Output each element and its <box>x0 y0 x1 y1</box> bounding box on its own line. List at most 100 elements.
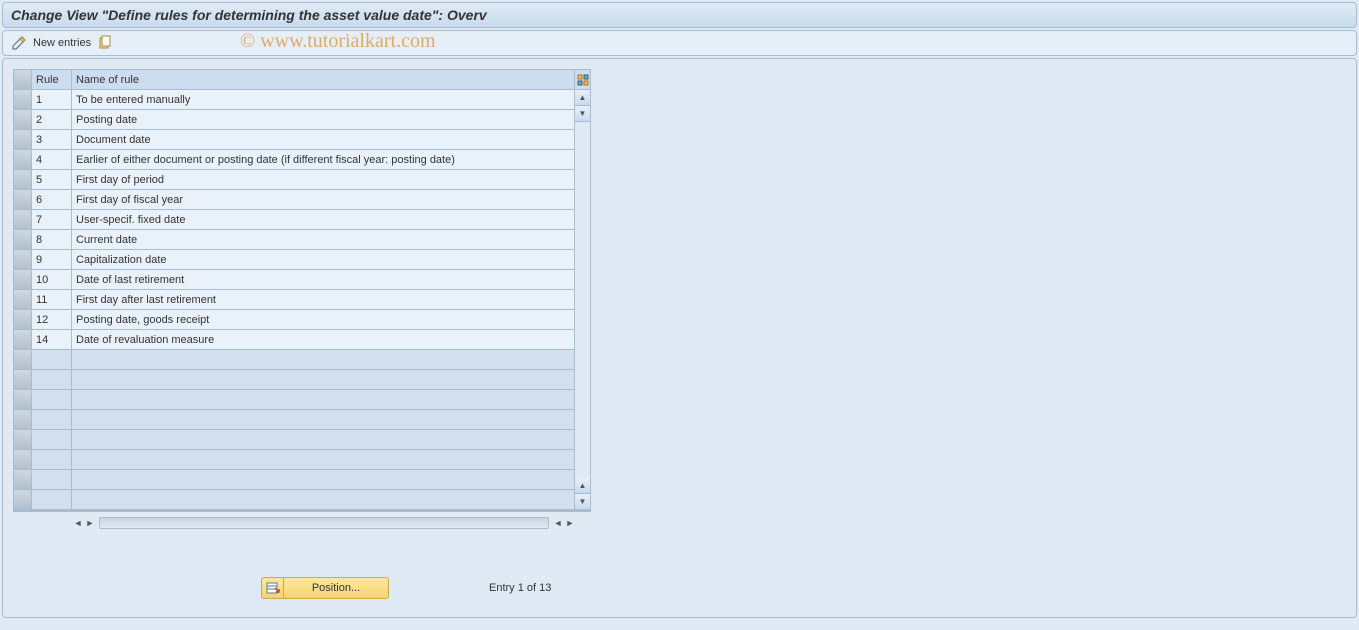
row-selector[interactable] <box>14 290 32 310</box>
scroll-up-bottom-button[interactable]: ▲ <box>575 478 590 494</box>
table-row[interactable]: 7User-specif. fixed date <box>14 210 574 230</box>
edit-icon[interactable] <box>11 35 27 51</box>
cell-rule[interactable]: 1 <box>32 90 72 110</box>
table-row[interactable]: 9Capitalization date <box>14 250 574 270</box>
table-settings-icon[interactable] <box>575 70 590 90</box>
cell-rule[interactable]: 10 <box>32 270 72 290</box>
row-selector[interactable] <box>14 370 32 390</box>
cell-name-empty[interactable] <box>72 390 574 410</box>
cell-name[interactable]: First day after last retirement <box>72 290 574 310</box>
row-selector[interactable] <box>14 430 32 450</box>
row-selector[interactable] <box>14 90 32 110</box>
table-row[interactable] <box>14 470 574 490</box>
row-selector[interactable] <box>14 250 32 270</box>
cell-rule-empty[interactable] <box>32 470 72 490</box>
cell-name[interactable]: Date of revaluation measure <box>72 330 574 350</box>
cell-rule-empty[interactable] <box>32 410 72 430</box>
scroll-track-top[interactable] <box>575 122 590 478</box>
table-row[interactable]: 2Posting date <box>14 110 574 130</box>
row-selector[interactable] <box>14 230 32 250</box>
table-row[interactable] <box>14 430 574 450</box>
table-row[interactable]: 3Document date <box>14 130 574 150</box>
cell-rule-empty[interactable] <box>32 390 72 410</box>
row-selector[interactable] <box>14 390 32 410</box>
cell-name-empty[interactable] <box>72 350 574 370</box>
row-selector[interactable] <box>14 150 32 170</box>
cell-rule-empty[interactable] <box>32 450 72 470</box>
cell-rule[interactable]: 4 <box>32 150 72 170</box>
cell-rule[interactable]: 9 <box>32 250 72 270</box>
cell-name-empty[interactable] <box>72 450 574 470</box>
table-row[interactable] <box>14 490 574 510</box>
hscroll-left2-icon[interactable]: ◄ <box>553 516 563 530</box>
row-selector[interactable] <box>14 450 32 470</box>
cell-name[interactable]: Posting date <box>72 110 574 130</box>
table-row[interactable]: 14Date of revaluation measure <box>14 330 574 350</box>
cell-name[interactable]: User-specif. fixed date <box>72 210 574 230</box>
cell-rule[interactable]: 11 <box>32 290 72 310</box>
cell-name[interactable]: Earlier of either document or posting da… <box>72 150 574 170</box>
new-entries-button[interactable]: New entries <box>33 37 91 49</box>
cell-name-empty[interactable] <box>72 490 574 510</box>
row-selector[interactable] <box>14 410 32 430</box>
row-selector[interactable] <box>14 310 32 330</box>
row-selector-header[interactable] <box>14 70 32 90</box>
table-row[interactable]: 12Posting date, goods receipt <box>14 310 574 330</box>
cell-name[interactable]: Document date <box>72 130 574 150</box>
cell-rule[interactable]: 3 <box>32 130 72 150</box>
cell-name[interactable]: Capitalization date <box>72 250 574 270</box>
table-row[interactable] <box>14 410 574 430</box>
hscroll-left-icon[interactable]: ◄ <box>73 516 83 530</box>
cell-rule[interactable]: 14 <box>32 330 72 350</box>
table-row[interactable]: 4Earlier of either document or posting d… <box>14 150 574 170</box>
cell-rule-empty[interactable] <box>32 370 72 390</box>
cell-rule[interactable]: 5 <box>32 170 72 190</box>
table-row[interactable] <box>14 350 574 370</box>
cell-rule[interactable]: 2 <box>32 110 72 130</box>
table-row[interactable]: 1To be entered manually <box>14 90 574 110</box>
cell-rule[interactable]: 7 <box>32 210 72 230</box>
cell-name[interactable]: Date of last retirement <box>72 270 574 290</box>
hscroll-track[interactable] <box>99 517 549 529</box>
row-selector[interactable] <box>14 130 32 150</box>
hscroll-right-icon[interactable]: ► <box>85 516 95 530</box>
cell-rule-empty[interactable] <box>32 350 72 370</box>
hscroll-right2-icon[interactable]: ► <box>565 516 575 530</box>
cell-name-empty[interactable] <box>72 430 574 450</box>
copy-icon[interactable] <box>97 35 113 51</box>
cell-name[interactable]: Current date <box>72 230 574 250</box>
cell-name[interactable]: First day of fiscal year <box>72 190 574 210</box>
table-row[interactable] <box>14 450 574 470</box>
table-row[interactable] <box>14 390 574 410</box>
column-header-name[interactable]: Name of rule <box>72 70 574 90</box>
cell-rule[interactable]: 6 <box>32 190 72 210</box>
table-row[interactable]: 8Current date <box>14 230 574 250</box>
table-row[interactable]: 10Date of last retirement <box>14 270 574 290</box>
row-selector[interactable] <box>14 110 32 130</box>
cell-rule-empty[interactable] <box>32 430 72 450</box>
cell-rule[interactable]: 8 <box>32 230 72 250</box>
cell-rule-empty[interactable] <box>32 490 72 510</box>
table-row[interactable]: 6First day of fiscal year <box>14 190 574 210</box>
cell-name[interactable]: First day of period <box>72 170 574 190</box>
row-selector[interactable] <box>14 170 32 190</box>
table-row[interactable] <box>14 370 574 390</box>
cell-name-empty[interactable] <box>72 410 574 430</box>
row-selector[interactable] <box>14 270 32 290</box>
cell-name[interactable]: To be entered manually <box>72 90 574 110</box>
cell-name[interactable]: Posting date, goods receipt <box>72 310 574 330</box>
column-header-rule[interactable]: Rule <box>32 70 72 90</box>
cell-name-empty[interactable] <box>72 370 574 390</box>
cell-rule[interactable]: 12 <box>32 310 72 330</box>
position-button[interactable]: Position... <box>261 577 389 599</box>
scroll-up-button[interactable]: ▲ <box>575 90 590 106</box>
table-row[interactable]: 11First day after last retirement <box>14 290 574 310</box>
row-selector[interactable] <box>14 330 32 350</box>
row-selector[interactable] <box>14 190 32 210</box>
table-row[interactable]: 5First day of period <box>14 170 574 190</box>
row-selector[interactable] <box>14 350 32 370</box>
row-selector[interactable] <box>14 210 32 230</box>
scroll-down-button[interactable]: ▼ <box>575 106 590 122</box>
cell-name-empty[interactable] <box>72 470 574 490</box>
scroll-down-bottom-button[interactable]: ▼ <box>575 494 590 510</box>
